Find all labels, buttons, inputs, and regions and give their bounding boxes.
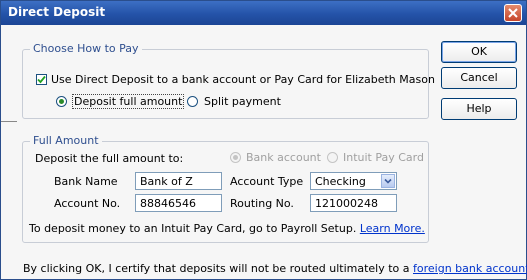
account-no-label: Account No. [54, 197, 121, 210]
dropdown-button[interactable] [381, 174, 395, 188]
foreign-bank-account-link[interactable]: foreign bank account. [413, 262, 527, 275]
close-button[interactable] [504, 4, 522, 22]
chevron-down-icon [384, 178, 392, 184]
full-amount-group: Full Amount Deposit the full amount to: … [22, 134, 429, 243]
close-icon [508, 8, 518, 18]
use-direct-deposit-checkbox[interactable] [36, 74, 47, 85]
help-button[interactable]: Help [441, 98, 517, 120]
paycard-info-text: To deposit money to an Intuit Pay Card, … [29, 222, 425, 235]
direct-deposit-dialog: Direct Deposit Choose How to Pay Use Dir… [0, 0, 527, 280]
deposit-full-amount-radio[interactable] [56, 96, 67, 107]
account-type-value: Checking [315, 175, 366, 188]
account-no-field[interactable]: 88846546 [135, 194, 222, 212]
deposit-to-label: Deposit the full amount to: [35, 152, 184, 165]
account-type-select[interactable]: Checking [310, 172, 397, 190]
split-payment-radio[interactable] [187, 96, 198, 107]
routing-no-label: Routing No. [230, 197, 294, 210]
title-bar: Direct Deposit [1, 1, 526, 25]
bank-name-field[interactable]: Bank of Z [135, 172, 222, 190]
deposit-full-amount-label: Deposit full amount [72, 94, 185, 109]
full-amount-legend: Full Amount [30, 134, 102, 147]
account-type-label: Account Type [230, 175, 304, 188]
divider-line [1, 121, 17, 122]
intuit-pay-card-label: Intuit Pay Card [343, 151, 424, 164]
use-direct-deposit-label: Use Direct Deposit to a bank account or … [51, 73, 435, 86]
bank-account-label: Bank account [246, 151, 321, 164]
split-payment-label: Split payment [204, 95, 281, 108]
bank-account-radio[interactable] [230, 152, 241, 163]
intuit-pay-card-radio[interactable] [327, 152, 338, 163]
learn-more-link[interactable]: Learn More. [360, 222, 425, 235]
ok-button[interactable]: OK [441, 41, 517, 63]
checkmark-icon [37, 75, 46, 84]
cancel-button[interactable]: Cancel [441, 67, 517, 89]
bank-name-label: Bank Name [54, 175, 118, 188]
choose-how-to-pay-legend: Choose How to Pay [30, 42, 142, 55]
window-title: Direct Deposit [8, 5, 106, 19]
routing-no-field[interactable]: 121000248 [310, 194, 397, 212]
certify-text: By clicking OK, I certify that deposits … [23, 262, 527, 275]
choose-how-to-pay-group: Choose How to Pay Use Direct Deposit to … [22, 42, 435, 119]
